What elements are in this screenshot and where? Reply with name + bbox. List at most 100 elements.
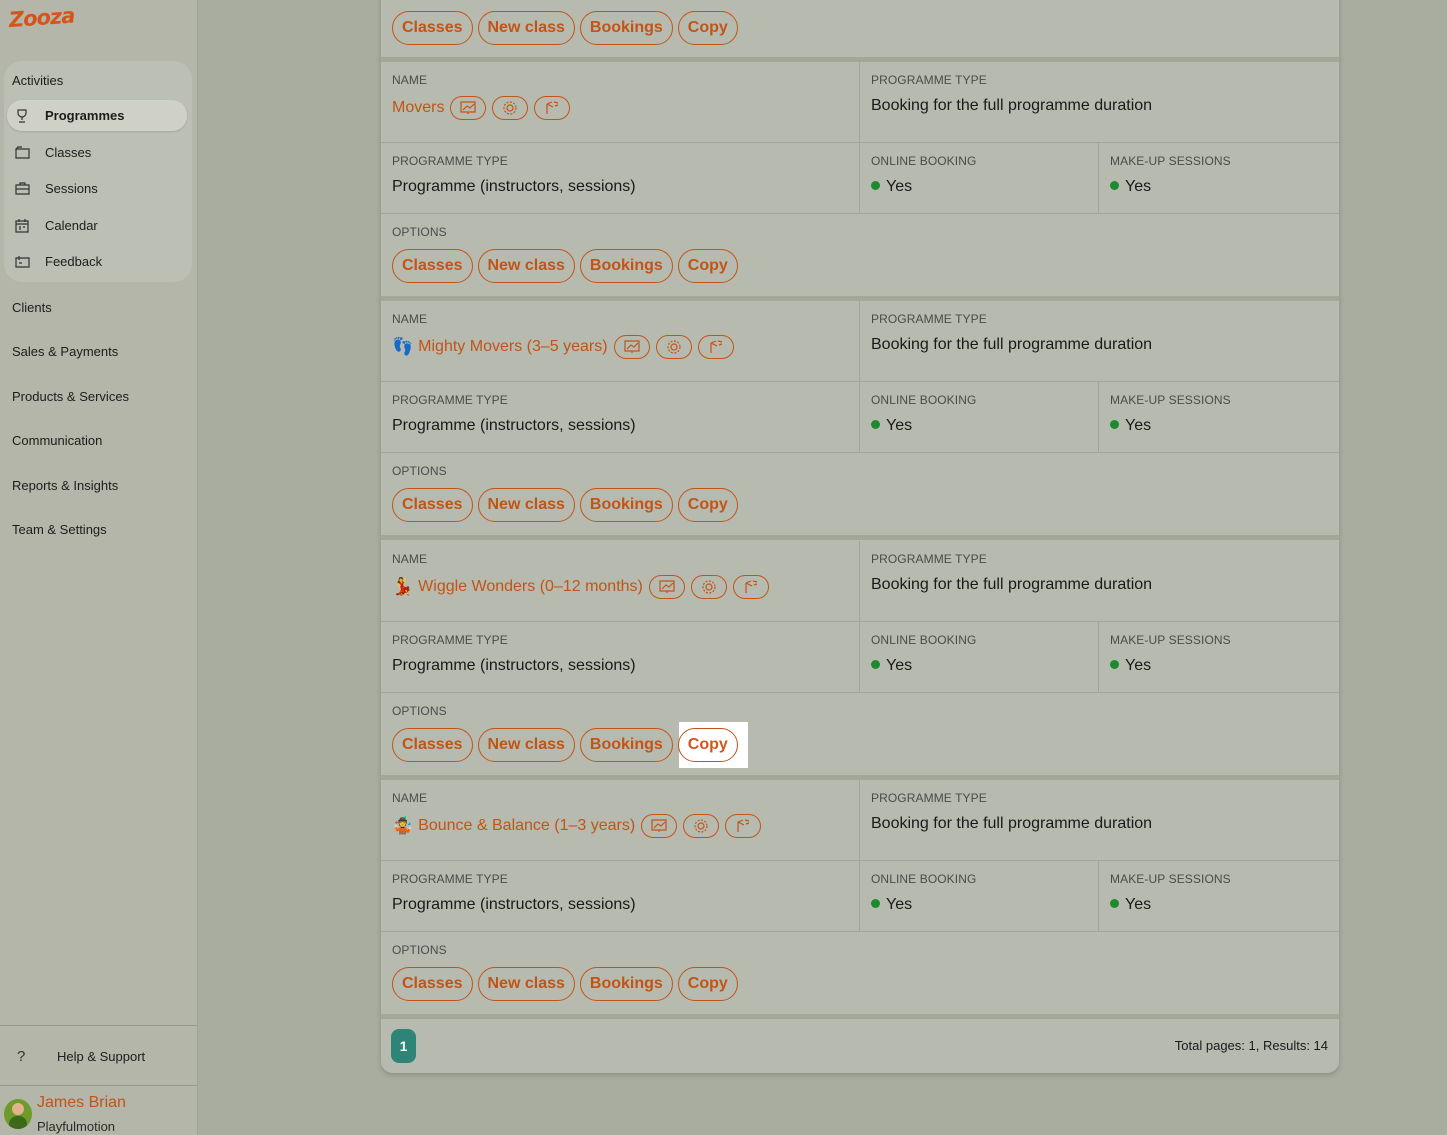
status-dot <box>871 660 880 670</box>
programme-type-label: PROGRAMME TYPE <box>392 154 508 168</box>
classes-button[interactable]: Classes <box>392 488 473 522</box>
new-class-button[interactable]: New class <box>477 249 575 283</box>
help-support-link[interactable]: ? Help & Support <box>0 1042 197 1070</box>
sidebar-item-classes[interactable]: Classes <box>7 137 187 168</box>
trophy-icon <box>14 108 30 124</box>
booking-type-value: Booking for the full programme duration <box>871 576 1153 593</box>
programme-name-link[interactable]: Mighty Movers (3–5 years) <box>418 338 607 356</box>
online-booking-cell: ONLINE BOOKING Yes <box>860 382 1099 453</box>
status-dot <box>871 899 880 909</box>
new-class-button[interactable]: New class <box>477 967 575 1001</box>
page-button-1[interactable]: 1 <box>391 1029 416 1063</box>
tools-icon[interactable] <box>697 335 734 359</box>
sidebar-item-calendar[interactable]: Calendar <box>7 210 187 241</box>
makeup-sessions-cell: MAKE-UP SESSIONS Yes <box>1099 382 1339 453</box>
options-buttons: Classes New class Bookings Copy <box>392 249 738 283</box>
name-cell: NAME 🤹 Bounce & Balance (1–3 years) <box>381 780 860 861</box>
sidebar-item-reports-insights[interactable]: Reports & Insights <box>12 478 118 493</box>
options-buttons: Classes New class Bookings Copy <box>392 967 738 1001</box>
makeup-sessions-label: MAKE-UP SESSIONS <box>1110 872 1231 886</box>
sidebar-item-programmes[interactable]: Programmes <box>7 100 187 131</box>
programme-name: 👣 Mighty Movers (3–5 years) <box>392 335 734 359</box>
programme-name-link[interactable]: Wiggle Wonders (0–12 months) <box>418 578 643 596</box>
booking-type-cell: PROGRAMME TYPE Booking for the full prog… <box>860 780 1339 861</box>
statistics-icon[interactable] <box>450 96 487 120</box>
online-booking-cell: ONLINE BOOKING Yes <box>860 861 1099 932</box>
statistics-icon[interactable] <box>648 575 685 599</box>
sidebar-item-clients[interactable]: Clients <box>12 300 52 315</box>
divider <box>0 1085 197 1086</box>
nav-group-title[interactable]: Activities <box>12 73 63 88</box>
options-label: OPTIONS <box>392 704 447 718</box>
classes-button[interactable]: Classes <box>392 728 473 762</box>
settings-icon[interactable] <box>690 575 727 599</box>
bookings-button[interactable]: Bookings <box>579 967 673 1001</box>
programme-type-cell: PROGRAMME TYPE Programme (instructors, s… <box>381 861 860 932</box>
makeup-sessions-status: Yes <box>1110 417 1151 435</box>
online-booking-status: Yes <box>871 178 912 196</box>
status-value: Yes <box>886 417 913 434</box>
avatar <box>4 1099 32 1129</box>
sidebar-item-team-settings[interactable]: Team & Settings <box>12 522 107 537</box>
copy-button[interactable]: Copy <box>677 728 738 762</box>
booking-type-value: Booking for the full programme duration <box>871 336 1153 353</box>
settings-icon[interactable] <box>655 335 692 359</box>
name-cell: NAME Movers <box>381 62 860 143</box>
activities-group: Activities Programmes Classes Sessions C… <box>4 61 192 282</box>
sidebar-item-feedback[interactable]: Feedback <box>7 246 187 277</box>
bookings-button[interactable]: Bookings <box>579 11 673 45</box>
tools-icon[interactable] <box>732 575 769 599</box>
programme-name-link[interactable]: Bounce & Balance (1–3 years) <box>418 817 635 835</box>
online-booking-label: ONLINE BOOKING <box>871 633 977 647</box>
programme-emoji: 🤹 <box>392 816 414 836</box>
copy-button[interactable]: Copy <box>677 11 738 45</box>
status-value: Yes <box>1125 657 1152 674</box>
sidebar-item-label: Programmes <box>45 108 125 123</box>
classes-button[interactable]: Classes <box>392 11 473 45</box>
status-dot <box>1110 420 1119 430</box>
copy-button[interactable]: Copy <box>677 488 738 522</box>
sidebar-item-products-services[interactable]: Products & Services <box>12 389 129 404</box>
name-cell: NAME 💃 Wiggle Wonders (0–12 months) <box>381 541 860 622</box>
tools-icon[interactable] <box>534 96 571 120</box>
sidebar-item-label: Sessions <box>45 181 98 196</box>
sidebar-item-communication[interactable]: Communication <box>12 433 102 448</box>
divider <box>0 1025 197 1026</box>
new-class-button[interactable]: New class <box>477 488 575 522</box>
options-cell: OPTIONS Classes New class Bookings Copy <box>381 932 1339 1014</box>
online-booking-label: ONLINE BOOKING <box>871 872 977 886</box>
statistics-icon[interactable] <box>641 814 678 838</box>
classes-button[interactable]: Classes <box>392 967 473 1001</box>
statistics-icon[interactable] <box>613 335 650 359</box>
programme-name-link[interactable]: Movers <box>392 99 444 117</box>
tools-icon[interactable] <box>725 814 762 838</box>
classes-button[interactable]: Classes <box>392 249 473 283</box>
settings-icon[interactable] <box>492 96 529 120</box>
copy-button[interactable]: Copy <box>677 249 738 283</box>
bookings-button[interactable]: Bookings <box>579 249 673 283</box>
name-label: NAME <box>392 73 428 87</box>
makeup-sessions-label: MAKE-UP SESSIONS <box>1110 633 1231 647</box>
sidebar-item-sessions[interactable]: Sessions <box>7 173 187 204</box>
user-menu[interactable]: James Brian Playfulmotion <box>2 1091 197 1135</box>
help-label: Help & Support <box>57 1048 146 1064</box>
booking-type-cell: PROGRAMME TYPE Booking for the full prog… <box>860 62 1339 143</box>
settings-icon[interactable] <box>683 814 720 838</box>
status-dot <box>1110 899 1119 909</box>
makeup-sessions-cell: MAKE-UP SESSIONS Yes <box>1099 143 1339 214</box>
options-buttons: Classes New class Bookings Copy <box>392 728 738 762</box>
brand-logo[interactable]: Zooza <box>8 4 75 36</box>
programme-type-label: PROGRAMME TYPE <box>871 73 987 87</box>
programme-type-cell: PROGRAMME TYPE Programme (instructors, s… <box>381 622 860 693</box>
online-booking-label: ONLINE BOOKING <box>871 154 977 168</box>
bookings-button[interactable]: Bookings <box>579 488 673 522</box>
programme-type-value: Programme (instructors, sessions) <box>392 178 636 195</box>
programme-type-label: PROGRAMME TYPE <box>871 552 987 566</box>
options-cell: OPTIONS Classes New class Bookings Copy <box>381 214 1339 296</box>
sidebar-item-sales-payments[interactable]: Sales & Payments <box>12 344 118 359</box>
programme-type-cell: PROGRAMME TYPE Programme (instructors, s… <box>381 143 860 214</box>
bookings-button[interactable]: Bookings <box>579 728 673 762</box>
new-class-button[interactable]: New class <box>477 728 575 762</box>
copy-button[interactable]: Copy <box>677 967 738 1001</box>
new-class-button[interactable]: New class <box>477 11 575 45</box>
